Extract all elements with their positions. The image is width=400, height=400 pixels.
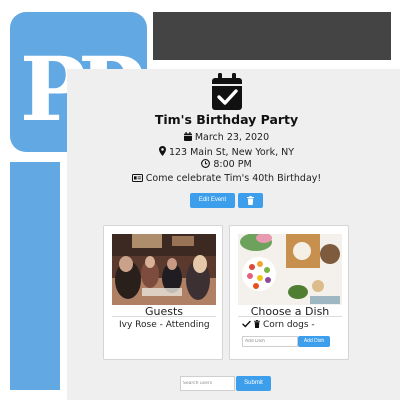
dishes-photo	[238, 234, 342, 305]
calendar-check-icon	[212, 73, 242, 110]
clock-icon	[201, 159, 211, 168]
sidebar	[10, 162, 60, 390]
event-description: Come celebrate Tim's 40th Birthday!	[145, 173, 322, 184]
divider	[238, 316, 342, 317]
event-location-line: 123 Main St, New York, NY	[100, 146, 353, 158]
guests-card: Guests Ivy Rose - Attending	[103, 225, 223, 360]
add-dish-button[interactable]: Add Dish	[298, 336, 330, 347]
app-root: PP Tim's Birthday Party March 23, 2020 1…	[0, 0, 400, 400]
event-description-line: Come celebrate Tim's 40th Birthday!	[100, 173, 353, 184]
guest-list-item: Ivy Rose - Attending	[119, 320, 210, 330]
event-date: March 23, 2020	[194, 132, 270, 143]
search-users-input[interactable]	[180, 376, 235, 391]
map-pin-icon	[158, 146, 166, 156]
submit-button[interactable]: Submit	[236, 376, 271, 391]
dishes-card: Choose a Dish Corn dogs - Add Dish	[229, 225, 349, 360]
edit-event-button[interactable]: Edit Event	[190, 193, 235, 208]
dish-name: Corn dogs -	[263, 320, 315, 330]
event-title: Tim's Birthday Party	[154, 112, 299, 127]
event-location: 123 Main St, New York, NY	[168, 147, 295, 158]
id-card-icon	[131, 174, 143, 182]
event-time: 8:00 PM	[213, 159, 252, 170]
event-date-line: March 23, 2020	[100, 132, 353, 143]
dish-list-item: Corn dogs -	[242, 320, 315, 330]
add-dish-input[interactable]	[242, 336, 298, 347]
calendar-icon	[183, 132, 192, 141]
check-icon[interactable]	[242, 320, 251, 328]
delete-event-button[interactable]	[238, 193, 263, 208]
trash-icon[interactable]	[254, 320, 260, 328]
trash-icon	[247, 196, 254, 205]
divider	[112, 316, 216, 317]
top-header-bar	[153, 12, 391, 60]
event-time-line: 8:00 PM	[100, 159, 353, 170]
guests-photo	[112, 234, 216, 305]
